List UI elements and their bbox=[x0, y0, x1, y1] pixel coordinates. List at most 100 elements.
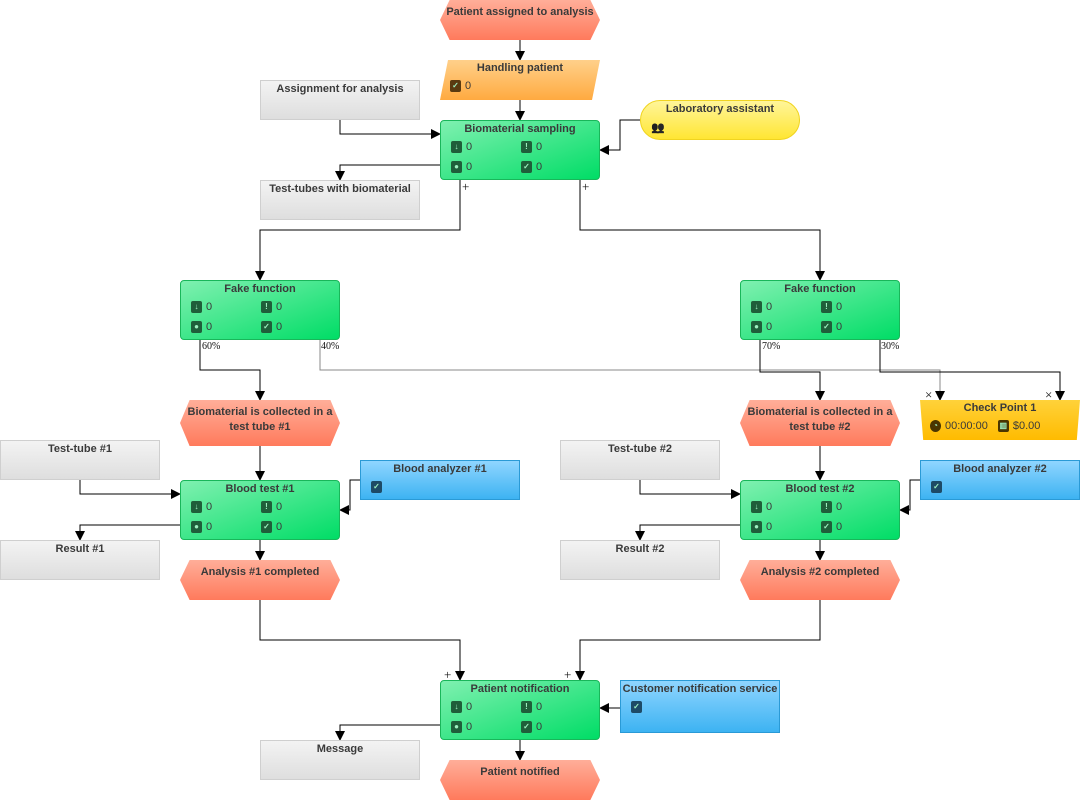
resource-row: ✓ bbox=[921, 477, 1079, 497]
counter-row: ↓ 0! 0 bbox=[741, 497, 899, 517]
node-title: Check Point 1 bbox=[963, 402, 1037, 414]
user-icon: ● bbox=[751, 321, 762, 333]
clock-icon: ◔ bbox=[930, 420, 941, 432]
alert-icon: ! bbox=[521, 701, 532, 713]
alert-icon: ! bbox=[521, 141, 532, 153]
lab-assistant-node[interactable]: Laboratory assistant 👥 bbox=[640, 100, 800, 140]
counter-alert: ! 0 bbox=[261, 501, 331, 513]
counter-in: ↓ 0 bbox=[451, 141, 521, 153]
node-title: Analysis #2 completed bbox=[760, 566, 880, 578]
result1-node[interactable]: Result #1 bbox=[0, 540, 160, 580]
node-title: Fake function bbox=[784, 283, 856, 295]
counter-user: ● 0 bbox=[751, 521, 821, 533]
resource-row: ✓ bbox=[361, 477, 519, 497]
time-value: 00:00:00 bbox=[945, 420, 988, 432]
counter-value: 0 bbox=[766, 521, 773, 533]
inbox-icon: ↓ bbox=[451, 141, 462, 153]
counter-done: ✓ 0 bbox=[521, 721, 591, 733]
node-title: Blood analyzer #2 bbox=[953, 463, 1047, 475]
alert-icon: ! bbox=[261, 501, 272, 513]
fake2-node[interactable]: Fake function ↓ 0! 0 ● 0 ✓ 0 bbox=[740, 280, 900, 340]
counter-done: ✓ 0 bbox=[261, 321, 331, 333]
handling-patient-node[interactable]: Handling patient ✓ 0 bbox=[440, 60, 600, 100]
counter-in: ↓ 0 bbox=[751, 501, 821, 513]
fake1-node[interactable]: Fake function ↓ 0! 0 ● 0 ✓ 0 bbox=[180, 280, 340, 340]
counter-value: 0 bbox=[836, 501, 843, 513]
connector-22 bbox=[575, 600, 821, 681]
counter-value: 0 bbox=[466, 161, 473, 173]
counter-alert: ! 0 bbox=[261, 301, 331, 313]
blood1-node[interactable]: Blood test #1 ↓ 0! 0 ● 0 ✓ 0 bbox=[180, 480, 340, 540]
counter-value: 0 bbox=[766, 301, 773, 313]
blood2-node[interactable]: Blood test #2 ↓ 0! 0 ● 0 ✓ 0 bbox=[740, 480, 900, 540]
counter-alert: ! 0 bbox=[521, 141, 591, 153]
node-title: Test-tube #1 bbox=[48, 443, 112, 455]
counter-value: 0 bbox=[206, 501, 213, 513]
counter-in: ↓ 0 bbox=[191, 301, 261, 313]
connector-19 bbox=[635, 524, 740, 541]
clipboard-check-icon: ✓ bbox=[931, 481, 942, 493]
node-title: Handling patient bbox=[476, 62, 564, 74]
counter-row: ● 0 ✓ 0 bbox=[441, 717, 599, 737]
connector-6 bbox=[579, 180, 825, 281]
bio-sampling-node[interactable]: Biomaterial sampling ↓ 0! 0 ● 0 ✓ 0 bbox=[440, 120, 600, 180]
edge-label-fake1-left: 60% bbox=[202, 341, 221, 352]
counter-row: ↓ 0! 0 bbox=[741, 297, 899, 317]
connector-24 bbox=[335, 724, 440, 741]
tube2-node[interactable]: Test-tube #2 bbox=[560, 440, 720, 480]
analyzer1-node[interactable]: Blood analyzer #1 ✓ bbox=[360, 460, 520, 500]
node-title: Biomaterial is collected in a test tube … bbox=[747, 406, 893, 433]
alert-icon: ! bbox=[821, 501, 832, 513]
inbox-icon: ↓ bbox=[451, 701, 462, 713]
node-title: Fake function bbox=[224, 283, 296, 295]
completed1-node[interactable]: Analysis #1 completed bbox=[180, 560, 340, 600]
done-icon: ✓ bbox=[261, 321, 272, 333]
completed2-node[interactable]: Analysis #2 completed bbox=[740, 560, 900, 600]
counter-done: ✓ 0 bbox=[521, 161, 591, 173]
factory-icon: ▥ bbox=[997, 420, 1009, 432]
counter-done: ✓ 0 bbox=[821, 521, 891, 533]
clipboard-check-icon: ✓ bbox=[631, 701, 642, 713]
message-node[interactable]: Message bbox=[260, 740, 420, 780]
edge-label-fake1-right: 40% bbox=[321, 341, 340, 352]
counter-row: ● 0 ✓ 0 bbox=[741, 517, 899, 537]
notified-node[interactable]: Patient notified bbox=[440, 760, 600, 800]
edge-label-fake2-right: 30% bbox=[881, 341, 900, 352]
notification-node[interactable]: Patient notification ↓ 0! 0 ● 0 ✓ 0 bbox=[440, 680, 600, 740]
checkpoint-node[interactable]: Check Point 1 ◔ 00:00:00 ▥ $0.00 bbox=[920, 400, 1080, 440]
counter-done: ✓ 0 bbox=[821, 321, 891, 333]
analyzer2-node[interactable]: Blood analyzer #2 ✓ bbox=[920, 460, 1080, 500]
counter-value: 0 bbox=[276, 301, 283, 313]
counter-value: 0 bbox=[276, 521, 283, 533]
result2-node[interactable]: Result #2 bbox=[560, 540, 720, 580]
counter-row: ↓ 0! 0 bbox=[441, 137, 599, 157]
inbox-icon: ↓ bbox=[191, 301, 202, 313]
counter-row: ● 0 ✓ 0 bbox=[441, 157, 599, 177]
assignment-node[interactable]: Assignment for analysis bbox=[260, 80, 420, 120]
edge-label-plus: + bbox=[444, 667, 452, 682]
node-title: Result #2 bbox=[615, 543, 665, 555]
checkpoint-row: ◔ 00:00:00 ▥ $0.00 bbox=[920, 416, 1080, 436]
collected2-node[interactable]: Biomaterial is collected in a test tube … bbox=[740, 400, 900, 446]
counter-value: 0 bbox=[836, 521, 843, 533]
customer-service-node[interactable]: Customer notification service ✓ bbox=[620, 680, 780, 733]
edge-label-cross: × bbox=[1045, 387, 1053, 402]
node-title: Result #1 bbox=[55, 543, 105, 555]
counter-user: ● 0 bbox=[191, 521, 261, 533]
test-tubes-node[interactable]: Test-tubes with biomaterial bbox=[260, 180, 420, 220]
counter-value: 0 bbox=[466, 141, 473, 153]
connector-12 bbox=[79, 480, 181, 499]
counter-alert: ! 0 bbox=[821, 301, 891, 313]
collected1-node[interactable]: Biomaterial is collected in a test tube … bbox=[180, 400, 340, 446]
node-title: Patient notification bbox=[470, 683, 570, 695]
cost-value: $0.00 bbox=[1012, 420, 1041, 432]
counter-value: 0 bbox=[766, 321, 773, 333]
counter-value: 0 bbox=[466, 721, 473, 733]
tube1-node[interactable]: Test-tube #1 bbox=[0, 440, 160, 480]
node-title: Laboratory assistant bbox=[665, 103, 775, 115]
patient-assigned-node[interactable]: Patient assigned to analysis bbox=[440, 0, 600, 40]
counter-value: 0 bbox=[536, 141, 543, 153]
done-icon: ✓ bbox=[521, 721, 532, 733]
edge-label-cross: × bbox=[925, 387, 933, 402]
node-title: Blood test #1 bbox=[225, 483, 295, 495]
